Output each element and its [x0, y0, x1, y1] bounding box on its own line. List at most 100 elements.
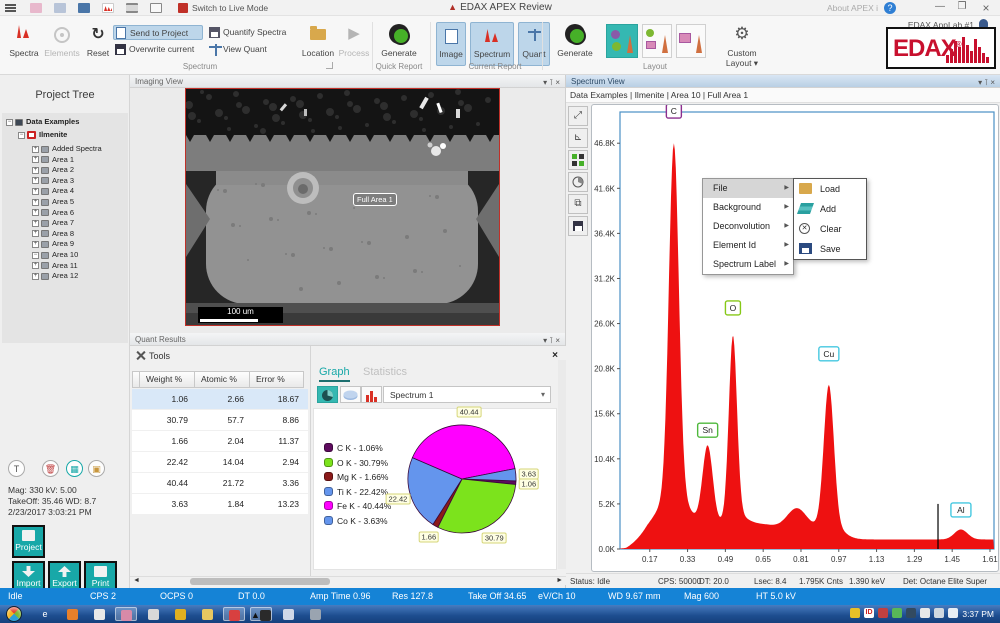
tree-expander-icon[interactable]: − — [32, 252, 39, 259]
tree-expander-icon[interactable]: − — [6, 119, 13, 126]
apex-pink-icon[interactable] — [115, 607, 137, 621]
spectrum-select-dropdown[interactable]: Spectrum 1▾ — [383, 386, 551, 403]
expand-view-icon[interactable]: ⤢ — [568, 106, 588, 126]
tree-item-area-1[interactable]: +Area 1 — [32, 155, 74, 165]
imaging-close-icon[interactable]: × — [555, 78, 562, 87]
scroll-left-icon[interactable]: ◄ — [133, 577, 140, 584]
tree-expander-icon[interactable]: + — [32, 209, 39, 216]
layout-preset-2-button[interactable] — [642, 24, 672, 58]
menu-item-spectrum-label[interactable]: Spectrum Label▶ — [703, 255, 793, 274]
dialog-launcher-icon[interactable] — [326, 62, 333, 69]
project-button[interactable]: Project — [12, 525, 45, 558]
overwrite-current-button[interactable]: Overwrite current — [113, 42, 203, 57]
quant-hscrollbar[interactable]: ◄ ► — [130, 576, 566, 585]
internet-explorer-icon[interactable]: e — [34, 607, 56, 621]
spectrum-chart-box[interactable]: 0.0K5.2K10.4K15.6K20.8K26.0K31.2K36.4K41… — [591, 104, 999, 572]
elements-button[interactable]: Elements — [44, 22, 80, 66]
window-icon[interactable] — [277, 607, 299, 621]
pie-chart-type-button[interactable] — [317, 386, 338, 403]
tree-item-area-9[interactable]: +Area 9 — [32, 239, 74, 249]
column-header[interactable]: Error % — [249, 371, 304, 388]
tree-expander-icon[interactable]: + — [32, 146, 39, 153]
spectrum-view-titlebar[interactable]: Spectrum View ▾⊺× — [566, 75, 1000, 88]
tree-item-ilmenite[interactable]: −Ilmenite — [18, 130, 67, 140]
table-row[interactable]: 22.4214.042.94 — [132, 452, 308, 473]
submenu-item-add[interactable]: Add — [794, 199, 866, 219]
globe-icon[interactable] — [906, 608, 916, 618]
report-spectrum-button[interactable]: Spectrum — [470, 22, 514, 66]
peak-id-icon[interactable]: ⊾ — [568, 128, 588, 148]
flag-icon[interactable] — [920, 608, 930, 618]
submenu-item-load[interactable]: Load — [794, 179, 866, 199]
imaging-view-titlebar[interactable]: Imaging View ▾⊺× — [130, 75, 565, 88]
tree-expander-icon[interactable]: − — [18, 132, 25, 139]
tree-expander-icon[interactable]: + — [32, 167, 39, 174]
location-button[interactable]: Location — [300, 22, 336, 66]
tree-item-area-7[interactable]: +Area 7 — [32, 218, 74, 228]
edax-apex-icon[interactable]: ▲ — [250, 607, 272, 621]
tree-item-area-4[interactable]: +Area 4 — [32, 186, 74, 196]
element-label-o[interactable]: O — [725, 301, 740, 315]
tree-expander-icon[interactable]: + — [32, 199, 39, 206]
generate-quick-report-button[interactable]: Generate — [378, 22, 420, 66]
submenu-item-save[interactable]: Save — [794, 239, 866, 259]
help-icon[interactable]: ? — [884, 2, 896, 14]
task-grid-icon[interactable] — [142, 607, 164, 621]
tree-item-area-8[interactable]: +Area 8 — [32, 229, 74, 239]
file-explorer-icon[interactable] — [196, 607, 218, 621]
spectra-button[interactable]: Spectra — [6, 22, 42, 66]
sem-image[interactable]: Full Area 1 100 um — [185, 88, 500, 326]
save-spectrum-icon[interactable] — [568, 216, 588, 236]
menu-item-file[interactable]: File▶ — [703, 179, 793, 198]
scroll-thumb[interactable] — [190, 578, 330, 585]
tree-expander-icon[interactable]: + — [32, 177, 39, 184]
menu-item-background[interactable]: Background▶ — [703, 198, 793, 217]
report-image-button[interactable]: Image — [436, 22, 466, 66]
tree-item-area-11[interactable]: +Area 11 — [32, 261, 78, 271]
quant-results-titlebar[interactable]: Quant Results ▾⊺× — [130, 333, 565, 346]
element-label-c[interactable]: C — [666, 105, 681, 118]
delete-button[interactable]: 🗑 — [42, 460, 59, 477]
tree-item-added-spectra[interactable]: +Added Spectra — [32, 144, 102, 154]
id-badge-icon[interactable]: ID — [864, 608, 874, 618]
table-row[interactable]: 30.7957.78.86 — [132, 410, 308, 431]
menu-item-deconvolution[interactable]: Deconvolution▶ — [703, 217, 793, 236]
archive-button[interactable]: ▣ — [88, 460, 105, 477]
tree-expander-icon[interactable]: + — [32, 230, 39, 237]
pie3d-chart-type-button[interactable] — [340, 386, 361, 403]
text-annotation-button[interactable]: T — [8, 460, 25, 477]
tree-expander-icon[interactable]: + — [32, 241, 39, 248]
element-label-cu[interactable]: Cu — [819, 347, 839, 361]
view-quant-button[interactable]: View Quant — [207, 42, 297, 57]
send-to-project-button[interactable]: Send to Project — [113, 25, 203, 40]
custom-layout-button[interactable]: ⚙ Custom Layout ▾ — [718, 22, 766, 66]
element-label-al[interactable]: Al — [951, 503, 971, 517]
scroll-right-icon[interactable]: ► — [556, 577, 563, 584]
layout-preset-1-button[interactable] — [606, 24, 638, 58]
tree-item-area-5[interactable]: +Area 5 — [32, 197, 74, 207]
tree-item-area-12[interactable]: +Area 12 — [32, 271, 78, 281]
tools-button[interactable]: Tools — [136, 351, 170, 361]
table-row[interactable]: 1.662.0411.37 — [132, 431, 308, 452]
network-icon[interactable] — [934, 608, 944, 618]
minimize-button[interactable]: — — [932, 1, 948, 12]
tree-expander-icon[interactable]: + — [32, 262, 39, 269]
close-button[interactable]: × — [978, 1, 994, 15]
quant-table[interactable]: Weight %Atomic %Error %1.062.6618.6730.7… — [132, 371, 308, 515]
tree-item-area-10[interactable]: −Area 10 — [32, 250, 78, 260]
tree-item-area-2[interactable]: +Area 2 — [32, 165, 74, 175]
shield-icon[interactable] — [850, 608, 860, 618]
graph-scrollbar[interactable] — [558, 360, 566, 569]
speaker-icon[interactable] — [948, 608, 958, 618]
montage-button[interactable]: ▦ — [66, 460, 83, 477]
tab-statistics[interactable]: Statistics — [363, 366, 407, 378]
layout-preset-3-button[interactable] — [676, 24, 706, 58]
restore-button[interactable]: ❐ — [954, 1, 970, 12]
report-quant-button[interactable]: Quant — [518, 22, 550, 66]
tree-item-data-examples[interactable]: −Data Examples — [6, 117, 79, 127]
table-row[interactable]: 40.4421.723.36 — [132, 473, 308, 494]
start-button[interactable] — [6, 606, 22, 622]
quantify-spectra-button[interactable]: Quantify Spectra — [207, 25, 297, 40]
quant-close-icon[interactable]: × — [555, 336, 562, 345]
chrome-icon[interactable] — [169, 607, 191, 621]
